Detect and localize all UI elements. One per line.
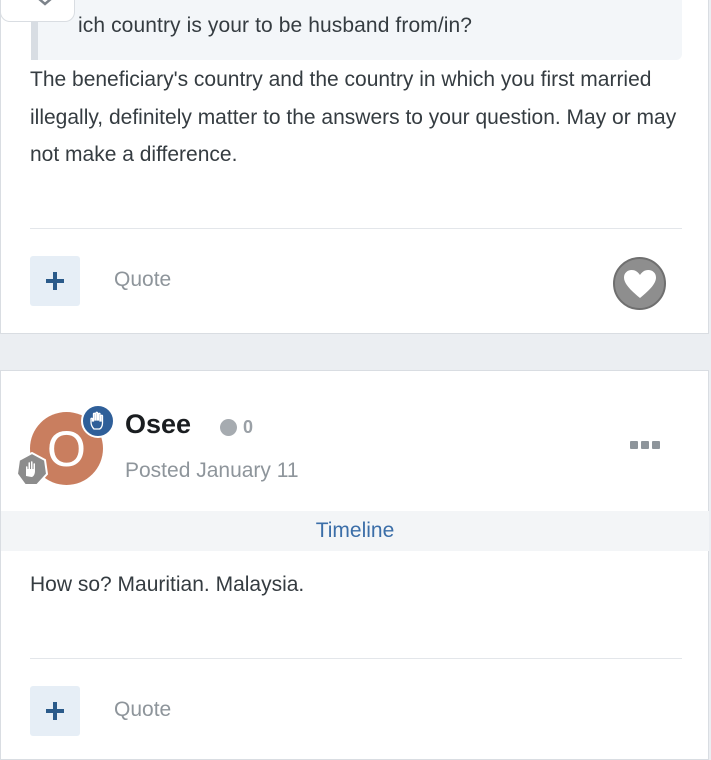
chevron-up-icon: [38, 0, 52, 6]
quote-content: ich country is your to be husband from/i…: [78, 14, 473, 37]
plus-icon: [46, 702, 64, 720]
more-dots-icon: [630, 441, 638, 449]
post-options-button[interactable]: [630, 441, 660, 449]
multiquote-button[interactable]: [30, 256, 80, 306]
post-body: The beneficiary's country and the countr…: [30, 68, 677, 166]
quote-button[interactable]: Quote: [114, 698, 171, 722]
reaction-button[interactable]: [613, 257, 666, 310]
multiquote-button[interactable]: [30, 686, 80, 736]
reputation-dot-icon: [220, 418, 237, 436]
author-name[interactable]: Osee: [125, 409, 191, 440]
reputation-badge: 0: [220, 416, 253, 438]
post-divider: [30, 228, 682, 229]
timeline-link[interactable]: Timeline: [1, 511, 709, 551]
rank-badge-icon: [15, 451, 49, 486]
reputation-count: 0: [243, 416, 254, 437]
heart-icon: [623, 269, 656, 298]
post-body: How so? Mauritian. Malaysia.: [30, 573, 305, 596]
collapse-quote-button[interactable]: [0, 0, 75, 22]
hand-icon: [81, 404, 115, 438]
post-date[interactable]: Posted January 11: [125, 459, 299, 483]
plus-icon: [46, 272, 64, 290]
quote-button[interactable]: Quote: [114, 268, 171, 292]
post-divider: [30, 658, 682, 659]
